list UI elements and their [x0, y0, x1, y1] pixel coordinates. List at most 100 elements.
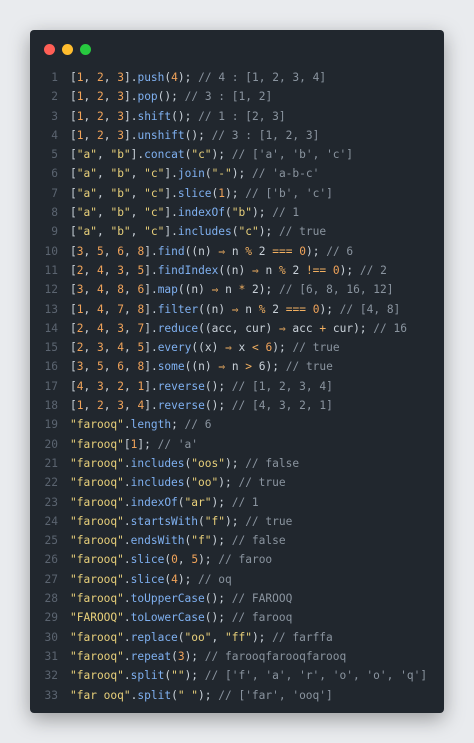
line-number: 2: [51, 90, 58, 104]
code-token: "farooq": [70, 437, 124, 451]
close-dot-icon[interactable]: [44, 44, 55, 55]
code-token: 1: [76, 128, 84, 142]
code-line: 5 ["a", "b"].concat("c"); // ['a', 'b', '…: [30, 145, 444, 164]
minimize-dot-icon[interactable]: [62, 44, 73, 55]
code-token: !==: [305, 263, 327, 277]
code-token: find: [157, 244, 185, 258]
code-token: cur);: [326, 321, 367, 335]
code-token: <: [252, 341, 259, 355]
code-token: ,: [96, 167, 111, 181]
code-token: 3: [117, 71, 124, 84]
code-token: ,: [83, 263, 97, 277]
code-token: 2: [285, 263, 306, 277]
code-token: 1: [76, 399, 84, 413]
code-token: "b": [110, 225, 131, 239]
code-token: "oo": [184, 630, 212, 644]
code-token: ,: [103, 263, 118, 277]
code-token: n: [238, 302, 259, 316]
code-token: ,: [123, 321, 138, 335]
code-token: ;: [171, 418, 178, 432]
code-token: length: [130, 418, 172, 432]
code-token: // [1, 2, 3, 4]: [225, 379, 333, 393]
code-token: pop: [137, 90, 158, 104]
code-text: [3, 4, 8, 6].map((n) ⇒ n * 2); // [6, 8,…: [70, 280, 394, 299]
code-token: ,: [123, 283, 138, 297]
code-token: // farooq: [224, 611, 293, 625]
code-line: 32 "farooq".split(""); // ['f', 'a', 'r',…: [30, 666, 444, 685]
code-token: "ff": [224, 630, 252, 644]
code-token: 6: [117, 244, 124, 258]
code-token: "a": [76, 206, 97, 220]
code-text: [1, 2, 3].pop(); // 3 : [1, 2]: [70, 87, 272, 106]
code-token: ,: [123, 360, 138, 374]
code-token: ,: [83, 302, 97, 316]
code-token: acc: [285, 321, 320, 335]
code-text: "farooq".indexOf("ar"); // 1: [70, 493, 259, 512]
code-token: 3: [117, 399, 124, 413]
code-token: "farooq": [70, 572, 124, 586]
code-token: ((n): [177, 283, 212, 297]
code-token: replace: [130, 630, 178, 644]
code-token: "FAROOQ": [70, 611, 124, 625]
code-token: ,: [130, 225, 145, 239]
code-token: ((n): [218, 263, 252, 277]
code-token: 7: [117, 302, 124, 316]
code-text: "farooq".startsWith("f"); // true: [70, 512, 292, 531]
line-number: 23: [44, 495, 58, 509]
code-editor[interactable]: 1 [1, 2, 3].push(4); // 4 : [1, 2, 3, 4] 2…: [30, 68, 444, 705]
line-number: 7: [51, 186, 58, 200]
line-number: 27: [44, 572, 58, 586]
code-token: // 6: [177, 418, 212, 432]
code-line: 2 [1, 2, 3].pop(); // 3 : [1, 2]: [30, 87, 444, 106]
code-token: // [4, 3, 2, 1]: [225, 399, 333, 413]
code-token: .: [123, 649, 131, 663]
code-token: "c": [144, 167, 165, 181]
code-line: 3 [1, 2, 3].shift(); // 1 : [2, 3]: [30, 107, 444, 126]
line-number: 21: [44, 456, 58, 470]
line-number: 9: [51, 225, 58, 239]
code-token: ].: [144, 399, 158, 413]
line-number: 8: [51, 206, 58, 220]
line-number: 31: [44, 649, 58, 663]
code-token: 1: [76, 71, 84, 84]
code-token: ].: [144, 302, 158, 316]
line-number: 3: [51, 109, 58, 123]
code-token: );: [198, 688, 212, 702]
code-token: [: [70, 167, 77, 181]
code-token: ,: [96, 148, 111, 162]
code-text: "farooq".repeat(3); // farooqfarooqfaroo…: [70, 647, 346, 666]
line-number: 16: [44, 360, 58, 374]
code-token: concat: [144, 148, 185, 162]
code-token: );: [211, 495, 225, 509]
code-token: "farooq": [70, 514, 124, 528]
code-token: // 16: [366, 321, 407, 335]
code-token: );: [251, 630, 266, 644]
code-token: [: [123, 437, 131, 451]
code-token: 4: [76, 379, 84, 393]
line-number: 4: [51, 128, 58, 142]
code-token: ].: [144, 360, 158, 374]
code-token: 3: [177, 649, 185, 663]
line-number: 10: [44, 244, 58, 258]
code-token: 3: [76, 360, 84, 374]
code-token: 4: [117, 341, 124, 355]
code-token: 5: [96, 360, 104, 374]
code-line: 9 ["a", "b", "c"].includes("c"); // true: [30, 222, 444, 241]
line-number: 12: [44, 283, 58, 297]
code-token: ,: [103, 321, 118, 335]
code-token: 2: [96, 90, 104, 104]
code-text: "farooq".replace("oo", "ff"); // farffa: [70, 628, 333, 647]
code-token: ,: [83, 283, 97, 297]
maximize-dot-icon[interactable]: [80, 44, 91, 55]
code-token: 6: [117, 360, 124, 374]
code-token: ].: [164, 225, 178, 239]
code-token: "farooq": [70, 418, 124, 432]
code-token: ((n): [198, 302, 232, 316]
code-token: [: [70, 186, 77, 200]
code-text: "farooq".slice(4); // oq: [70, 570, 232, 589]
code-token: 3: [117, 263, 124, 277]
code-token: ⇒: [278, 321, 286, 335]
code-token: "b": [231, 206, 252, 220]
code-token: (: [177, 630, 185, 644]
